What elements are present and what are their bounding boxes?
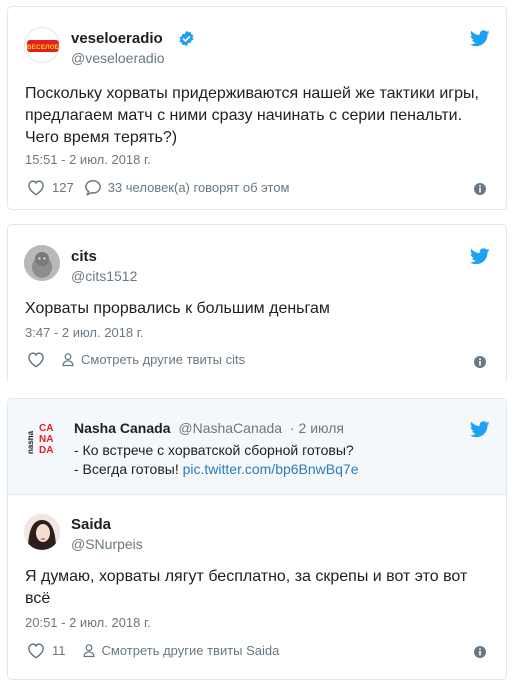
veseloeradio-logo-icon: ВЕСЕЛОЕ	[27, 40, 60, 52]
like-count: 11	[52, 643, 66, 658]
avatar[interactable]: ВЕСЕЛОЕ	[24, 27, 60, 63]
tweet-actions: 11 Смотреть другие твиты Saida	[27, 642, 289, 659]
svg-text:NA: NA	[39, 434, 53, 445]
svg-text:nasha: nasha	[28, 430, 35, 454]
parent-author-handle[interactable]: @NashaCanada	[178, 420, 282, 436]
author-handle[interactable]: @veseloeradio	[71, 50, 165, 66]
parent-tweet-header: Nasha Canada @NashaCanada · 2 июля	[74, 420, 344, 436]
parent-tweet[interactable]: nasha CA NA DA Nasha Canada @NashaCanada…	[8, 399, 506, 495]
like-button[interactable]	[27, 351, 45, 368]
tweet-timestamp[interactable]: 20:51 - 2 июл. 2018 г.	[25, 615, 151, 630]
reply-button[interactable]: 33 человек(а) говорят об этом	[84, 179, 290, 196]
info-icon[interactable]	[474, 356, 486, 368]
heart-icon	[27, 642, 45, 659]
profile-link[interactable]: Смотреть другие твиты Saida	[82, 643, 280, 658]
parent-tweet-date[interactable]: · 2 июля	[290, 420, 344, 436]
profile-link[interactable]: Смотреть другие твиты cits	[61, 352, 245, 367]
avatar[interactable]	[24, 514, 60, 550]
tweet-text: Хорваты прорвались к большим деньгам	[25, 298, 330, 320]
cat-avatar-icon	[24, 245, 60, 281]
author-handle[interactable]: @cits1512	[71, 268, 137, 284]
like-button[interactable]: 127	[27, 179, 74, 196]
author-name[interactable]: veseloeradio	[71, 30, 163, 47]
tweet-card-cits: cits @cits1512 Хорваты прорвались к боль…	[7, 224, 507, 382]
person-icon	[61, 352, 75, 367]
tweet-card-saida: nasha CA NA DA Nasha Canada @NashaCanada…	[7, 398, 507, 680]
verified-badge-icon	[179, 30, 194, 47]
like-count: 127	[52, 180, 74, 195]
svg-text:CA: CA	[39, 423, 53, 434]
tweet-text-line: Я думаю, хорваты лягут бесплатно, за скр…	[25, 568, 468, 585]
tweet-text: Я думаю, хорваты лягут бесплатно, за скр…	[25, 566, 467, 610]
tweet-text-line: Хорваты прорвались к большим деньгам	[25, 300, 330, 317]
twitter-bird-icon[interactable]	[470, 421, 490, 438]
tweet-actions: 127 33 человек(а) говорят об этом	[27, 179, 299, 196]
tweet-timestamp[interactable]: 15:51 - 2 июл. 2018 г.	[25, 152, 151, 167]
parent-tweet-text: - Ко встрече с хорватской сборной готовы…	[74, 441, 358, 479]
info-icon[interactable]	[474, 183, 486, 195]
like-button[interactable]: 11	[27, 642, 66, 659]
heart-icon	[27, 179, 45, 196]
parent-tweet-text-prefix: - Всегда готовы!	[74, 461, 183, 477]
parent-author-name[interactable]: Nasha Canada	[74, 420, 170, 436]
tweet-text-line: Поскольку хорваты придерживаются нашей ж…	[25, 85, 479, 102]
tweet-text-line: всё	[25, 590, 51, 607]
svg-text:DA: DA	[39, 445, 53, 455]
pic-link[interactable]: pic.twitter.com/bp6BnwBq7e	[183, 461, 359, 477]
tweet-text: Поскольку хорваты придерживаются нашей ж…	[25, 83, 479, 149]
author-name[interactable]: cits	[71, 248, 97, 265]
avatar[interactable]	[24, 245, 60, 281]
parent-tweet-line: - Всегда готовы! pic.twitter.com/bp6BnwB…	[74, 460, 358, 479]
profile-label: Смотреть другие твиты Saida	[101, 643, 280, 658]
person-icon	[82, 643, 96, 658]
tweet-timestamp[interactable]: 3:47 - 2 июл. 2018 г.	[25, 325, 144, 340]
user-photo-icon	[24, 514, 60, 550]
parent-tweet-line: - Ко встрече с хорватской сборной готовы…	[74, 442, 354, 458]
tweet-card-veseloeradio: ВЕСЕЛОЕ veseloeradio @veseloeradio Поско…	[7, 6, 507, 210]
nasha-canada-logo-icon: nasha CA NA DA	[26, 423, 53, 456]
author-handle[interactable]: @SNurpeis	[71, 536, 143, 552]
tweet-actions: Смотреть другие твиты cits	[27, 351, 255, 368]
twitter-bird-icon[interactable]	[470, 248, 490, 265]
author-name[interactable]: Saida	[71, 516, 111, 533]
info-icon[interactable]	[474, 646, 486, 658]
tweet-text-line: предлагаем матч с ними сразу начинать с …	[25, 107, 463, 124]
reply-bubble-icon	[84, 179, 102, 196]
nasha-canada-logo[interactable]: nasha CA NA DA	[26, 421, 66, 456]
tweet-text-line: Чего время терять?)	[25, 129, 178, 146]
twitter-bird-icon[interactable]	[470, 30, 490, 47]
profile-label: Смотреть другие твиты cits	[81, 352, 246, 367]
replies-label: 33 человек(а) говорят об этом	[107, 180, 290, 195]
heart-icon	[27, 351, 45, 368]
svg-text:ВЕСЕЛОЕ: ВЕСЕЛОЕ	[27, 44, 60, 51]
